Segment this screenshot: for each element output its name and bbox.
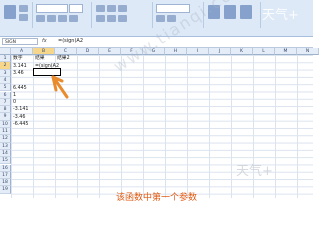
row-header-7[interactable]: 7 bbox=[0, 98, 11, 107]
fill-color-icon[interactable] bbox=[69, 15, 78, 22]
row-header-3[interactable]: 3 bbox=[0, 69, 11, 77]
cell-styles-icon[interactable] bbox=[240, 5, 252, 19]
column-header-c[interactable]: C bbox=[55, 48, 77, 55]
name-box[interactable]: SIGN bbox=[2, 38, 38, 45]
copy-icon[interactable] bbox=[19, 14, 28, 21]
select-all-corner[interactable] bbox=[0, 48, 11, 55]
logo-watermark-bottom: 天气+ bbox=[236, 164, 273, 179]
cell-b2[interactable]: =(sign(A2 bbox=[35, 63, 59, 70]
font-size-select[interactable] bbox=[69, 4, 83, 13]
fx-icon[interactable]: fx bbox=[42, 38, 47, 44]
column-header-a[interactable]: A bbox=[11, 48, 33, 55]
row-header-6[interactable]: 6 bbox=[0, 91, 11, 99]
align-left-icon[interactable] bbox=[96, 15, 105, 22]
column-header-i[interactable]: I bbox=[187, 48, 209, 55]
merge-icon[interactable] bbox=[118, 15, 127, 22]
cell-a6[interactable]: 1 bbox=[13, 92, 16, 99]
align-middle-icon[interactable] bbox=[107, 5, 116, 12]
column-header-j[interactable]: J bbox=[209, 48, 231, 55]
clipboard-group bbox=[0, 2, 33, 28]
row-header-10[interactable]: 10 bbox=[0, 120, 11, 128]
row-header-14[interactable]: 14 bbox=[0, 149, 11, 158]
formula-input[interactable]: =(sign(A2 bbox=[58, 38, 83, 45]
cell-a8[interactable]: -3.141 bbox=[13, 106, 28, 113]
row-header-5[interactable]: 5 bbox=[0, 84, 11, 92]
row-header-2[interactable]: 2 bbox=[0, 62, 11, 70]
cell-a9[interactable]: -3.46 bbox=[13, 114, 25, 121]
cell-a3[interactable]: 3.46 bbox=[13, 70, 24, 77]
wrap-text-icon[interactable] bbox=[118, 5, 127, 12]
cell-a5[interactable]: 6.445 bbox=[13, 85, 27, 92]
row-header-18[interactable]: 18 bbox=[0, 179, 11, 187]
percent-icon[interactable] bbox=[156, 15, 165, 22]
row-header-15[interactable]: 15 bbox=[0, 157, 11, 165]
column-header-l[interactable]: L bbox=[253, 48, 275, 55]
cell-a10[interactable]: -6.445 bbox=[13, 121, 28, 128]
bold-icon[interactable] bbox=[36, 15, 45, 22]
italic-icon[interactable] bbox=[47, 15, 56, 22]
row-header-13[interactable]: 13 bbox=[0, 142, 11, 150]
column-header-m[interactable]: M bbox=[275, 48, 297, 55]
underline-icon[interactable] bbox=[58, 15, 67, 22]
column-header-k[interactable]: K bbox=[231, 48, 253, 55]
font-select[interactable] bbox=[36, 4, 68, 13]
row-header-16[interactable]: 16 bbox=[0, 164, 11, 172]
cell-c1[interactable]: 结果2 bbox=[57, 55, 70, 62]
row-header-1[interactable]: 1 bbox=[0, 55, 11, 63]
cell-b1[interactable]: 结果 bbox=[35, 55, 45, 62]
row-header-8[interactable]: 8 bbox=[0, 106, 11, 114]
cut-icon[interactable] bbox=[19, 5, 28, 12]
column-header-d[interactable]: D bbox=[77, 48, 99, 55]
paste-icon[interactable] bbox=[4, 5, 16, 19]
row-header-4[interactable]: 4 bbox=[0, 76, 11, 85]
row-header-12[interactable]: 12 bbox=[0, 135, 11, 143]
row-header-17[interactable]: 17 bbox=[0, 171, 11, 180]
align-top-icon[interactable] bbox=[96, 5, 105, 12]
caption: 该函数中第一个参数 bbox=[115, 193, 197, 203]
logo-watermark-top: 天气+ bbox=[262, 8, 299, 23]
cell-a1[interactable]: 数字 bbox=[13, 55, 23, 62]
row-header-11[interactable]: 11 bbox=[0, 128, 11, 136]
column-header-b[interactable]: B bbox=[33, 48, 55, 55]
arrow-pointer-icon bbox=[51, 75, 69, 99]
cell-a2[interactable]: 3.141 bbox=[13, 63, 27, 70]
font-group bbox=[33, 2, 92, 28]
row-header-9[interactable]: 9 bbox=[0, 113, 11, 121]
align-center-icon[interactable] bbox=[107, 15, 116, 22]
alignment-group bbox=[92, 2, 153, 28]
column-header-h[interactable]: H bbox=[165, 48, 187, 55]
column-header-n[interactable]: N bbox=[297, 48, 319, 55]
cell-a7[interactable]: 0 bbox=[13, 99, 16, 106]
